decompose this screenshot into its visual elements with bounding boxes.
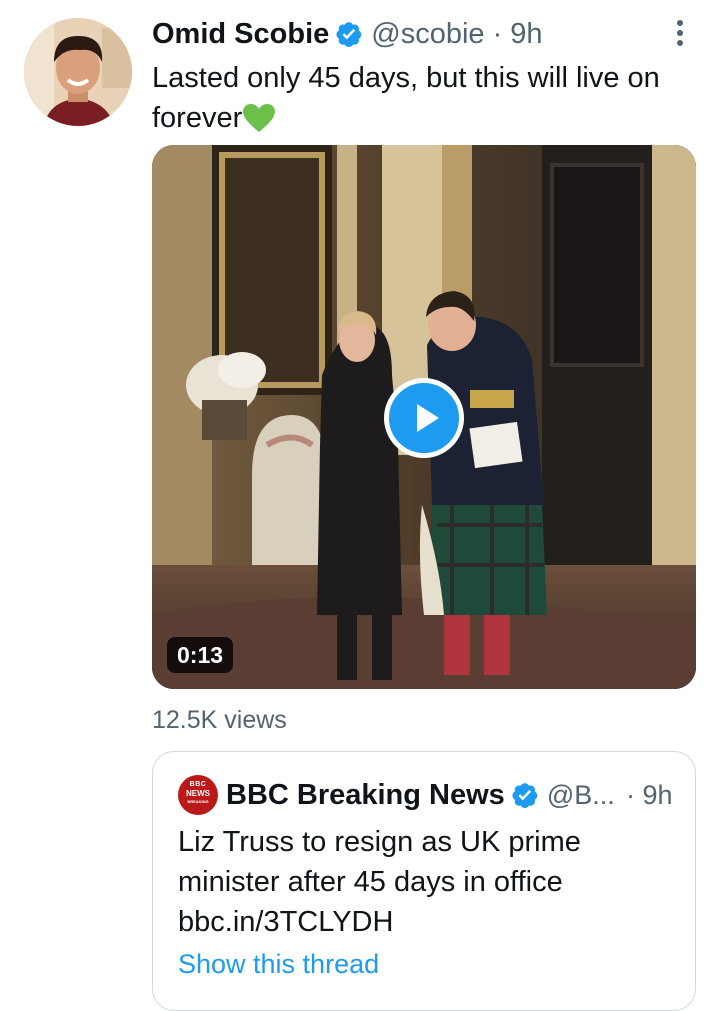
tweet-header: Omid Scobie @scobie · 9h [152,14,543,54]
quoted-tweet-time[interactable]: · 9h [626,774,673,816]
logo-line-news: NEWS [186,789,210,798]
green-heart-icon [242,103,276,133]
quoted-text-link[interactable]: bbc.in/3TCLYDH [178,902,678,942]
author-avatar[interactable] [24,18,132,126]
more-vertical-icon[interactable] [666,18,694,48]
quoted-tweet-header: BBC Breaking News @B... [226,774,615,816]
verified-badge-icon [511,781,539,809]
tweet-text-content: Lasted only 45 days, but this will live … [152,62,660,134]
quoted-text-line-2: minister after 45 days in office [178,866,563,898]
quoted-author-name[interactable]: BBC Breaking News [226,779,505,812]
tweet-text: Lasted only 45 days, but this will live … [152,58,702,138]
avatar-photo [24,18,132,126]
show-thread-link[interactable]: Show this thread [178,944,379,984]
author-handle-time[interactable]: @scobie · 9h [371,18,542,51]
play-icon [417,404,439,432]
verified-badge-icon [335,20,363,48]
logo-line-breaking: BREAKING [187,799,209,804]
play-button[interactable] [384,378,464,458]
logo-line-bbc: BBC [189,781,207,788]
bbc-news-avatar[interactable]: BBC NEWS BREAKING [178,775,218,815]
quoted-author-handle[interactable]: @B... [547,780,615,811]
quoted-text-line-1: Liz Truss to resign as UK prime [178,826,581,858]
quoted-tweet-text: Liz Truss to resign as UK prime minister… [178,822,678,942]
author-name[interactable]: Omid Scobie [152,18,329,51]
video-duration-badge: 0:13 [167,637,234,673]
view-count: 12.5K views [152,706,287,734]
